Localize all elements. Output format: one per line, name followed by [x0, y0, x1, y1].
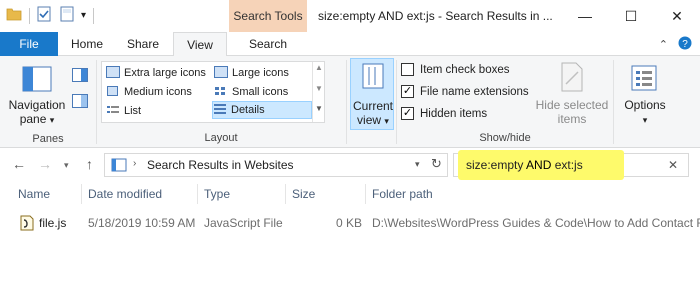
panes-group-label: Panes	[32, 133, 64, 145]
folder-icon[interactable]	[6, 7, 22, 24]
current-view-label: Current view ▾	[352, 99, 393, 127]
current-view-button[interactable]: Current view ▾	[350, 58, 394, 130]
column-header-date-modified[interactable]: Date modified	[88, 187, 162, 201]
tab-view[interactable]: View	[173, 32, 227, 57]
layout-details[interactable]: Details	[212, 101, 312, 119]
recent-locations-icon[interactable]: ▾	[64, 160, 69, 171]
title-bar: ▾ Search Tools size:empty AND ext:js - S…	[0, 0, 700, 32]
layout-list[interactable]: List	[106, 102, 141, 120]
item-check-boxes-checkbox[interactable]	[401, 63, 414, 76]
hide-selected-icon	[560, 62, 584, 95]
minimize-button[interactable]: —	[562, 0, 608, 32]
close-button[interactable]: ✕	[654, 0, 700, 32]
file-date-modified: 5/18/2019 10:59 AM	[88, 216, 196, 230]
tab-file[interactable]: File	[0, 32, 58, 56]
file-name-extensions-option[interactable]: ✓ File name extensions	[401, 85, 529, 98]
hidden-items-option[interactable]: ✓ Hidden items	[401, 107, 487, 120]
file-folder-path: D:\Websites\WordPress Guides & Code\How …	[372, 216, 700, 230]
column-header-type[interactable]: Type	[204, 187, 230, 201]
hide-selected-items-button[interactable]: Hide selected items	[534, 60, 610, 130]
forward-arrow-icon[interactable]: →	[38, 156, 52, 172]
clear-search-icon[interactable]: ✕	[668, 158, 678, 172]
item-check-boxes-option[interactable]: Item check boxes	[401, 63, 509, 76]
javascript-file-icon	[20, 215, 34, 234]
help-icon[interactable]: ?	[678, 36, 692, 53]
search-query[interactable]: size:empty AND ext:js	[466, 158, 583, 172]
search-box[interactable]: size:empty AND ext:js ✕	[453, 150, 689, 180]
address-path: Search Results in Websites	[147, 158, 294, 172]
svg-text:?: ?	[682, 39, 688, 50]
collapse-ribbon-icon[interactable]: ⌃	[659, 38, 668, 51]
extra-large-icons-icon	[106, 65, 120, 81]
expand-gallery-icon[interactable]: ▼	[315, 104, 323, 113]
up-arrow-icon[interactable]: ↑	[86, 156, 93, 172]
tab-home[interactable]: Home	[62, 32, 112, 56]
navigation-pane-icon	[22, 64, 52, 97]
window-title: size:empty AND ext:js - Search Results i…	[318, 9, 553, 23]
current-view-icon	[361, 63, 385, 92]
layout-small-icons[interactable]: Small icons	[214, 83, 288, 101]
properties-icon[interactable]	[37, 6, 51, 25]
customize-qat-icon[interactable]: ▾	[81, 10, 86, 21]
quick-access-toolbar: ▾	[6, 6, 98, 25]
address-dropdown-icon[interactable]: ▾	[415, 159, 420, 170]
details-pane-icon[interactable]	[72, 94, 88, 111]
layout-extra-large-icons[interactable]: Extra large icons	[106, 64, 206, 82]
address-bar[interactable]: › Search Results in Websites ▾ ↻	[104, 153, 448, 177]
table-row[interactable]: file.js 5/18/2019 10:59 AM JavaScript Fi…	[0, 212, 700, 234]
search-tools-context-header: Search Tools	[229, 0, 307, 32]
options-button[interactable]: Options ▾	[618, 60, 672, 130]
layout-group-label: Layout	[204, 132, 238, 144]
tab-share[interactable]: Share	[118, 32, 168, 56]
search-results-folder-icon	[111, 157, 127, 176]
layout-large-icons[interactable]: Large icons	[214, 64, 289, 82]
ribbon-controls: ⌃ ?	[659, 36, 692, 53]
show-hide-group-label: Show/hide	[479, 132, 531, 144]
preview-pane-icon[interactable]	[72, 68, 88, 85]
column-header-size[interactable]: Size	[292, 187, 315, 201]
file-name: file.js	[39, 216, 67, 230]
back-arrow-icon[interactable]: ←	[12, 156, 26, 172]
navigation-pane-button[interactable]: Navigation pane ▾	[4, 60, 70, 130]
options-icon	[630, 64, 658, 95]
scroll-up-icon[interactable]: ▲	[315, 63, 323, 72]
layout-gallery: Extra large icons Large icons Medium ico…	[101, 61, 325, 123]
maximize-button[interactable]: ☐	[608, 0, 654, 32]
file-type: JavaScript File	[204, 216, 283, 230]
scroll-down-icon[interactable]: ▼	[315, 84, 323, 93]
file-size: 0 KB	[336, 216, 363, 230]
small-icons-icon	[214, 85, 228, 100]
panes-group: Navigation pane ▾ Panes	[0, 56, 96, 148]
column-header-folder-path[interactable]: Folder path	[372, 187, 433, 201]
layout-scrollbar[interactable]: ▲ ▼ ▼	[312, 62, 324, 122]
file-name-extensions-checkbox[interactable]: ✓	[401, 85, 414, 98]
large-icons-icon	[214, 65, 228, 81]
column-headers: Name Date modified Type Size Folder path	[0, 182, 700, 206]
new-folder-icon[interactable]	[60, 6, 74, 25]
list-icon	[106, 104, 120, 119]
hide-selected-label: Hide selected items	[535, 98, 609, 126]
address-bar-row: ← → ▾ ↑ › Search Results in Websites ▾ ↻…	[0, 148, 700, 181]
hidden-items-checkbox[interactable]: ✓	[401, 107, 414, 120]
breadcrumb-chevron-icon[interactable]: ›	[133, 158, 136, 169]
tab-search[interactable]: Search	[230, 32, 306, 56]
navigation-pane-label: Navigation pane ▾	[8, 98, 66, 126]
column-header-name[interactable]: Name	[18, 187, 50, 201]
layout-medium-icons[interactable]: Medium icons	[106, 83, 192, 101]
refresh-icon[interactable]: ↻	[431, 156, 442, 172]
medium-icons-icon	[106, 85, 120, 100]
options-label: Options ▾	[624, 98, 666, 125]
ribbon-tabs: File Home Share View Search ⌃ ?	[0, 32, 700, 57]
ribbon-view: Navigation pane ▾ Panes Extra large icon…	[0, 56, 700, 148]
details-icon	[213, 103, 227, 118]
